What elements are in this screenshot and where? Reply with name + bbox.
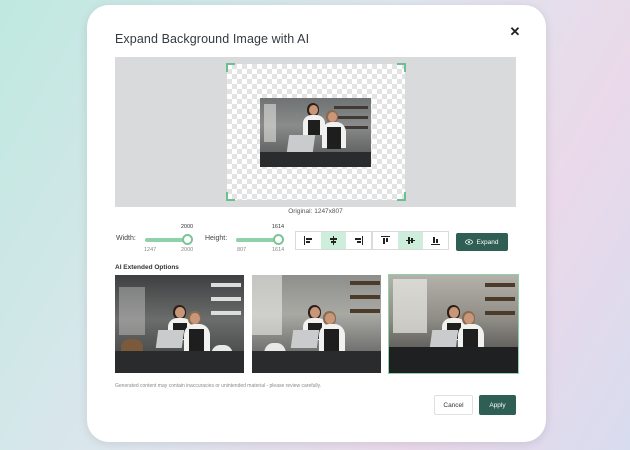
height-label: Height:	[205, 235, 228, 242]
height-max: 1614	[272, 247, 285, 253]
original-image	[260, 98, 371, 167]
width-max: 2000	[181, 247, 194, 253]
height-slider-thumb[interactable]	[272, 234, 284, 245]
ai-option-3[interactable]	[388, 274, 519, 374]
height-min: 807	[237, 247, 247, 253]
width-slider-fill	[145, 238, 187, 242]
disclaimer-text: Generated content may contain inaccuraci…	[115, 383, 322, 389]
align-right-icon[interactable]	[346, 232, 371, 249]
width-min: 1247	[144, 247, 157, 253]
dialog-title: Expand Background Image with AI	[115, 32, 310, 46]
ai-option-1[interactable]	[115, 275, 244, 373]
height-value: 1614	[271, 224, 285, 230]
apply-button[interactable]: Apply	[479, 395, 516, 415]
align-center-horizontal-icon[interactable]	[321, 232, 346, 249]
options-section-label: AI Extended Options	[115, 264, 179, 271]
align-bottom-icon[interactable]	[423, 232, 448, 249]
width-slider[interactable]: 2000	[145, 224, 193, 245]
close-icon[interactable]: ✕	[508, 25, 522, 39]
resize-handle-top-right[interactable]	[397, 63, 406, 72]
resize-handle-bottom-right[interactable]	[397, 192, 406, 201]
height-slider-fill	[236, 238, 278, 242]
width-slider-thumb[interactable]	[181, 234, 193, 245]
expand-image-dialog: Expand Background Image with AI ✕ Origin…	[87, 5, 546, 442]
resize-handle-top-left[interactable]	[226, 63, 235, 72]
width-label: Width:	[116, 235, 136, 242]
horizontal-align-group	[295, 231, 372, 250]
width-value: 2000	[180, 224, 194, 230]
expanded-frame[interactable]	[226, 63, 406, 201]
height-slider[interactable]: 1614	[236, 224, 284, 245]
original-size-label: Original: 1247x807	[288, 208, 343, 215]
resize-handle-bottom-left[interactable]	[226, 192, 235, 201]
cancel-button[interactable]: Cancel	[434, 395, 473, 415]
expand-button-label: Expand	[476, 238, 499, 246]
expand-button[interactable]: Expand	[456, 233, 508, 251]
align-top-icon[interactable]	[373, 232, 398, 249]
vertical-align-group	[372, 231, 449, 250]
preview-canvas	[115, 57, 516, 207]
align-left-icon[interactable]	[296, 232, 321, 249]
eye-icon	[465, 239, 474, 245]
ai-option-2[interactable]	[252, 275, 381, 373]
align-middle-vertical-icon[interactable]	[398, 232, 423, 249]
